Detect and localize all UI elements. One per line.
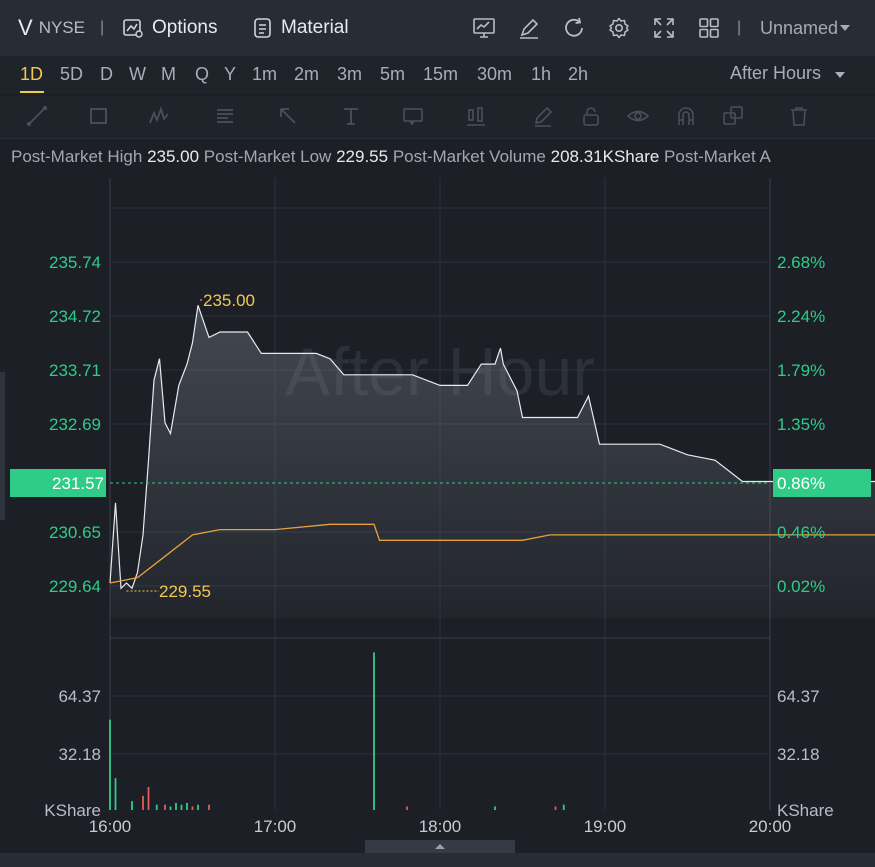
price-tick-label: 235.74: [49, 253, 101, 272]
volume-tick-label: 64.37: [777, 687, 820, 706]
volume-bar: [164, 804, 166, 810]
price-tick-label: 233.71: [49, 361, 101, 380]
volume-tick-label: 64.37: [58, 687, 101, 706]
time-tick-label: 16:00: [89, 817, 132, 836]
price-chart[interactable]: After Hour 235.00229.55 235.74234.72233.…: [0, 0, 875, 867]
volume-bar: [109, 719, 111, 810]
expand-up-icon: [435, 844, 445, 849]
bottom-bar: [0, 853, 875, 867]
price-tick-label: 230.65: [49, 523, 101, 542]
time-tick-label: 17:00: [254, 817, 297, 836]
chart-scroll-handle[interactable]: [365, 840, 515, 853]
volume-bar: [180, 804, 183, 810]
volume-bar: [169, 806, 172, 810]
volume-bar: [373, 652, 375, 810]
time-tick-label: 20:00: [749, 817, 792, 836]
volume-tick-label: 32.18: [58, 745, 101, 764]
volume-bar: [131, 801, 133, 810]
volume-bar: [191, 806, 194, 810]
volume-bar: [186, 802, 188, 810]
volume-bar: [562, 804, 565, 810]
volume-bar: [142, 795, 144, 810]
time-tick-label: 18:00: [419, 817, 462, 836]
volume-bar: [406, 806, 408, 810]
time-tick-label: 19:00: [584, 817, 627, 836]
current-percent-label: 0.86%: [777, 474, 825, 493]
low-price-label: 229.55: [159, 582, 211, 601]
volume-bar: [114, 778, 117, 810]
volume-bar: [147, 786, 150, 810]
volume-bar: [554, 806, 557, 810]
high-price-label: 235.00: [203, 291, 255, 310]
volume-bar: [208, 804, 210, 810]
price-tick-label: 234.72: [49, 307, 101, 326]
price-tick-label: 229.64: [49, 577, 101, 596]
percent-tick-label: 1.35%: [777, 415, 825, 434]
percent-tick-label: 2.24%: [777, 307, 825, 326]
volume-bar: [197, 804, 199, 810]
volume-bar: [175, 802, 177, 810]
percent-tick-label: 2.68%: [777, 253, 825, 272]
volume-bar: [494, 806, 496, 810]
volume-bar: [155, 804, 158, 810]
volume-tick-label: 32.18: [777, 745, 820, 764]
percent-tick-label: 1.79%: [777, 361, 825, 380]
percent-tick-label: 0.46%: [777, 523, 825, 542]
price-tick-label: 232.69: [49, 415, 101, 434]
current-price-label: 231.57: [52, 474, 104, 493]
percent-tick-label: 0.02%: [777, 577, 825, 596]
chart-marks: 235.00 229.55: [109, 291, 875, 810]
